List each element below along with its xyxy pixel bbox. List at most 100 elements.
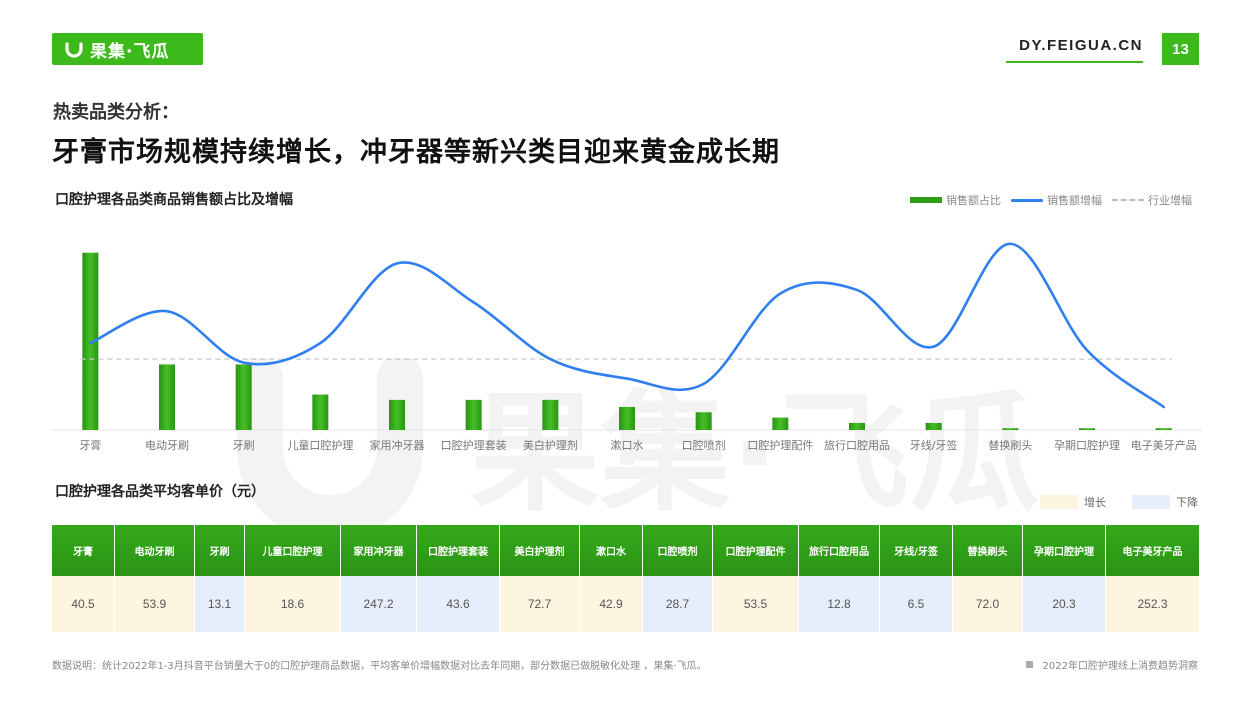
x-tick-label-14: 孕期口腔护理 [1054, 438, 1120, 452]
table-column: 漱口水 42.9 [580, 525, 643, 632]
page-headline: 牙膏市场规模持续增长，冲牙器等新兴类目迎来黄金成长期 [52, 137, 780, 168]
legend-decrease-label: 下降 [1176, 496, 1198, 509]
legend-decrease-swatch [1132, 495, 1170, 509]
sales-chart: 牙膏 电动牙刷 牙刷 儿童口腔护理 家用冲牙器 口腔护理套装 美白护理剂 漱口水 口腔喷剂 口腔护… [52, 242, 1202, 452]
brand-logo: 果集·飞瓜 [52, 33, 203, 65]
legend-swatch-bar [910, 197, 942, 203]
table-value-cell: 28.7 [643, 576, 712, 632]
x-tick-label-4: 儿童口腔护理 [287, 438, 353, 452]
bar-10 [772, 417, 789, 430]
x-tick-label-6: 口腔护理套装 [441, 438, 507, 452]
x-tick-label-12: 牙线/牙签 [910, 438, 958, 452]
x-tick-label-11: 旅行口腔用品 [824, 438, 890, 452]
table-header-cell: 漱口水 [580, 525, 642, 576]
table-value-cell: 43.6 [417, 576, 499, 632]
chart-legend: 销售额占比 销售额增幅 行业增幅 [910, 192, 1192, 208]
brand-name: 果集·飞瓜 [90, 41, 170, 62]
table-header-cell: 美白护理剂 [500, 525, 579, 576]
table-column: 替换刷头 72.0 [953, 525, 1023, 632]
table-value-cell: 40.5 [52, 576, 114, 632]
table-title: 口腔护理各品类平均客单价（元） [55, 484, 265, 500]
table-legend: 增长 下降 [1040, 494, 1198, 510]
table-column: 牙刷 13.1 [195, 525, 245, 632]
table-header-cell: 电动牙刷 [115, 525, 194, 576]
table-header-cell: 牙刷 [195, 525, 244, 576]
table-column: 美白护理剂 72.7 [500, 525, 580, 632]
table-value-cell: 247.2 [341, 576, 416, 632]
table-value-cell: 12.8 [799, 576, 879, 632]
table-value-cell: 20.3 [1023, 576, 1105, 632]
x-tick-label-1: 牙膏 [79, 438, 101, 452]
table-header-cell: 口腔喷剂 [643, 525, 712, 576]
table-value-cell: 13.1 [195, 576, 244, 632]
table-value-cell: 42.9 [580, 576, 642, 632]
x-tick-label-8: 漱口水 [611, 439, 644, 452]
legend-label-industry: 行业增幅 [1148, 194, 1192, 207]
bar-9 [695, 412, 712, 430]
table-header-cell: 口腔护理配件 [713, 525, 798, 576]
x-tick-label-3: 牙刷 [233, 439, 255, 452]
legend-increase-swatch [1040, 495, 1078, 509]
table-column: 牙膏 40.5 [52, 525, 115, 632]
x-tick-label-2: 电动牙刷 [145, 439, 189, 452]
table-header-cell: 口腔护理套装 [417, 525, 499, 576]
bar-13 [1002, 428, 1019, 430]
table-header-cell: 电子美牙产品 [1106, 525, 1199, 576]
bar-5 [389, 399, 405, 430]
footnote: 数据说明：统计2022年1-3月抖音平台销量大于0的口腔护理商品数据，平均客单价… [52, 661, 707, 672]
table-column: 电动牙刷 53.9 [115, 525, 195, 632]
legend-increase-label: 增长 [1084, 496, 1106, 509]
site-url[interactable]: DY.FEIGUA.CN [1019, 37, 1143, 54]
table-header-cell: 牙膏 [52, 525, 114, 576]
table-column: 电子美牙产品 252.3 [1106, 525, 1199, 632]
table-header-cell: 旅行口腔用品 [799, 525, 879, 576]
table-value-cell: 72.7 [500, 576, 579, 632]
avg-price-table: 牙膏 40.5 电动牙刷 53.9 牙刷 13.1 儿童口腔护理 18.6 家用冲牙器 247.2… [52, 525, 1199, 632]
x-tick-label-9: 口腔喷剂 [682, 438, 726, 452]
legend-label-growth: 销售额增幅 [1047, 194, 1102, 207]
table-value-cell: 72.0 [953, 576, 1022, 632]
page-number: 13 [1162, 33, 1199, 65]
table-value-cell: 53.5 [713, 576, 798, 632]
bar-12 [925, 422, 942, 430]
table-column: 牙线/牙签 6.5 [880, 525, 953, 632]
site-url-underline [1006, 61, 1143, 63]
table-header-cell: 牙线/牙签 [880, 525, 952, 576]
bar-11 [849, 422, 865, 430]
table-column: 儿童口腔护理 18.6 [245, 525, 341, 632]
chart-title: 口腔护理各品类商品销售额占比及增幅 [55, 192, 293, 208]
table-column: 旅行口腔用品 12.8 [799, 525, 880, 632]
table-column: 孕期口腔护理 20.3 [1023, 525, 1106, 632]
table-value-cell: 6.5 [880, 576, 952, 632]
table-value-cell: 53.9 [115, 576, 194, 632]
table-header-cell: 儿童口腔护理 [245, 525, 340, 576]
bar-2 [159, 364, 175, 430]
legend-swatch-dash [1112, 199, 1144, 201]
bar-8 [619, 406, 635, 430]
table-column: 口腔喷剂 28.7 [643, 525, 713, 632]
report-title: 2022年口腔护理线上消费趋势洞察 [1025, 657, 1198, 672]
table-header-cell: 孕期口腔护理 [1023, 525, 1105, 576]
x-tick-label-5: 家用冲牙器 [370, 438, 425, 452]
table-value-cell: 252.3 [1106, 576, 1199, 632]
table-column: 家用冲牙器 247.2 [341, 525, 417, 632]
table-column: 口腔护理配件 53.5 [713, 525, 799, 632]
x-tick-label-10: 口腔护理配件 [747, 438, 813, 452]
x-tick-label-7: 美白护理剂 [523, 438, 578, 452]
bar-7 [542, 399, 559, 430]
bar-3 [235, 364, 252, 430]
table-value-cell: 18.6 [245, 576, 340, 632]
x-tick-label-15: 电子美牙产品 [1131, 438, 1197, 452]
bar-15 [1155, 428, 1172, 430]
legend-label-share: 销售额占比 [946, 194, 1001, 207]
bar-6 [465, 399, 482, 430]
brand-logo-icon [65, 42, 83, 58]
report-title-text: 2022年口腔护理线上消费趋势洞察 [1042, 661, 1198, 672]
bar-4 [312, 394, 329, 430]
table-header-cell: 替换刷头 [953, 525, 1022, 576]
section-subtitle: 热卖品类分析： [53, 102, 179, 123]
table-header-cell: 家用冲牙器 [341, 525, 416, 576]
x-tick-label-13: 替换刷头 [988, 438, 1032, 452]
bar-14 [1079, 428, 1095, 430]
table-column: 口腔护理套装 43.6 [417, 525, 500, 632]
